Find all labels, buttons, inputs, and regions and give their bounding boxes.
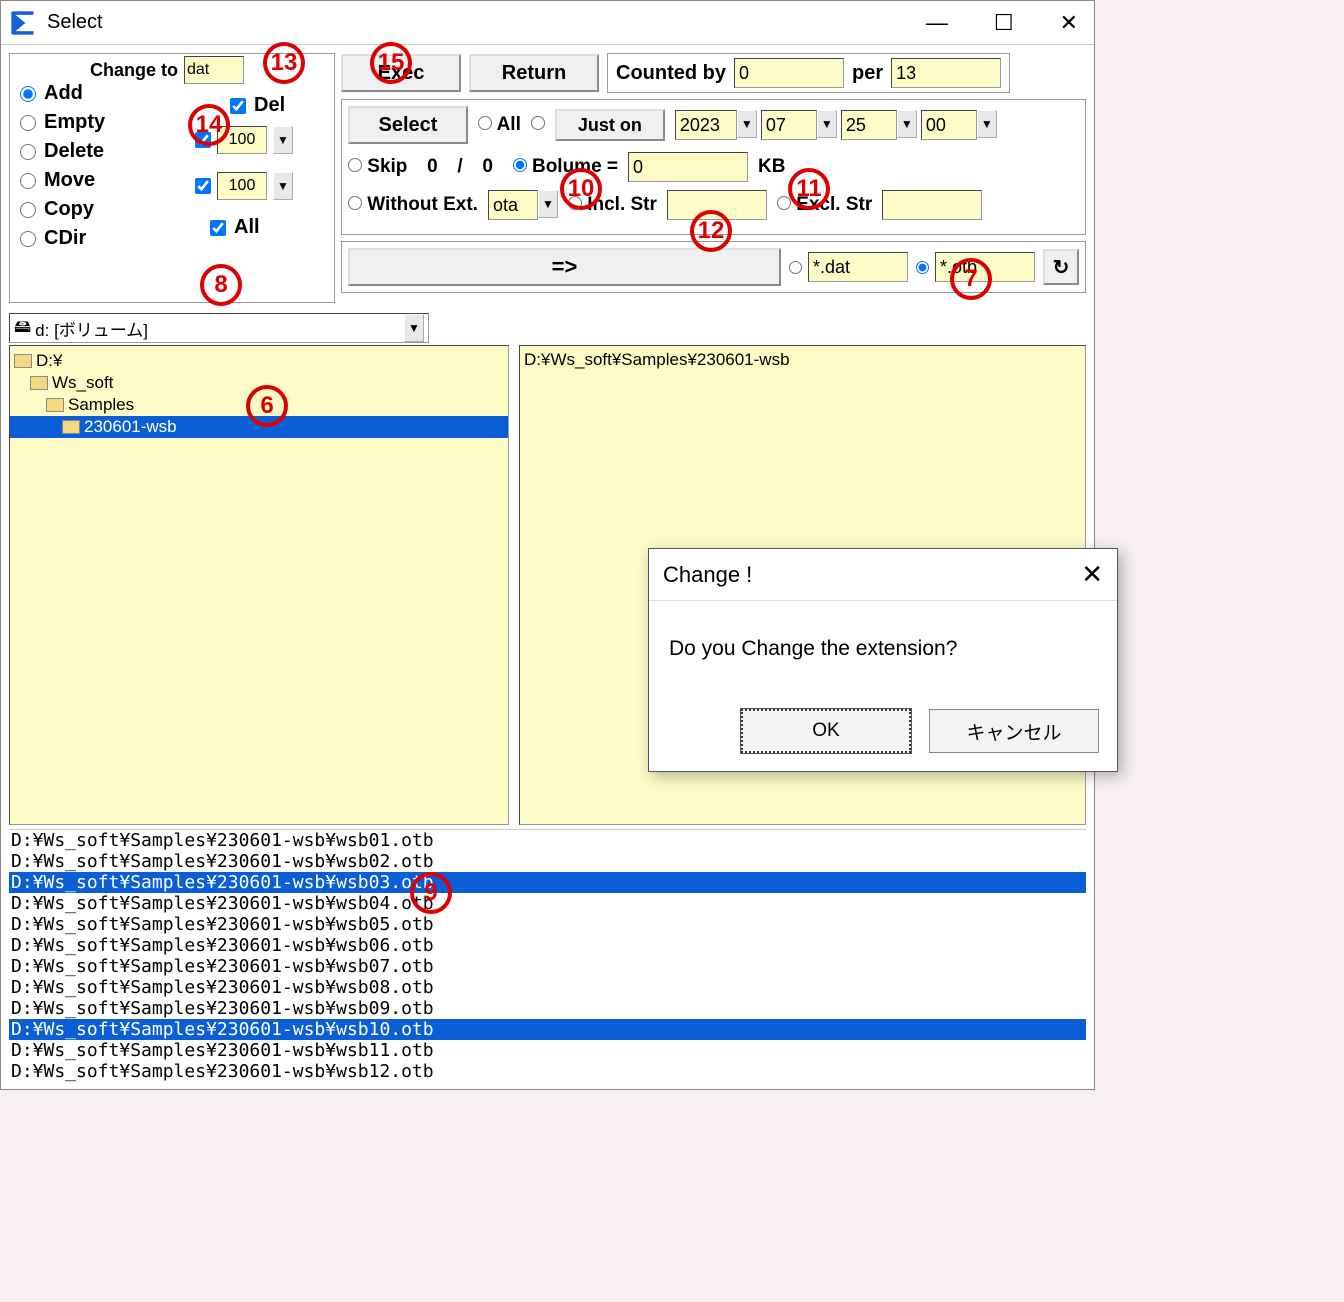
day-dd[interactable]: ▼ xyxy=(897,110,917,138)
radio-move[interactable]: Move xyxy=(20,169,105,192)
skip-b: 0 xyxy=(473,156,503,178)
kb-label: KB xyxy=(758,156,785,178)
folder-tree[interactable]: D:¥ Ws_soft Samples 230601-wsb xyxy=(9,345,509,825)
radio-all[interactable]: All xyxy=(478,114,521,136)
radio-ext-dat[interactable] xyxy=(789,252,908,282)
window-title: Select xyxy=(47,11,918,34)
main-window: Select — ☐ ✕ Change to Add Empty Delete … xyxy=(0,0,1095,1090)
dialog-ok-button[interactable]: OK xyxy=(741,709,911,753)
file-row[interactable]: D:¥Ws_soft¥Samples¥230601-wsb¥wsb05.otb xyxy=(9,914,1086,935)
folder-icon xyxy=(14,354,32,368)
tree-item[interactable]: D:¥ xyxy=(10,350,508,372)
skip-a: 0 xyxy=(417,156,447,178)
without-ext-input[interactable] xyxy=(488,190,538,220)
maximize-button[interactable]: ☐ xyxy=(986,8,1022,38)
folder-icon xyxy=(46,398,64,412)
action-panel: Change to Add Empty Delete Move Copy CDi… xyxy=(9,53,335,303)
counted-panel: Counted by per xyxy=(607,53,1010,93)
arrow-button[interactable]: => xyxy=(348,248,781,286)
year-input[interactable] xyxy=(675,110,737,140)
ext-otb-input[interactable] xyxy=(935,252,1035,282)
file-row[interactable]: D:¥Ws_soft¥Samples¥230601-wsb¥wsb03.otb xyxy=(9,872,1086,893)
folder-icon xyxy=(30,376,48,390)
file-row[interactable]: D:¥Ws_soft¥Samples¥230601-wsb¥wsb04.otb xyxy=(9,893,1086,914)
select-button[interactable]: Select xyxy=(348,106,468,144)
tree-item[interactable]: Samples xyxy=(10,394,508,416)
file-row[interactable]: D:¥Ws_soft¥Samples¥230601-wsb¥wsb07.otb xyxy=(9,956,1086,977)
radio-skip[interactable]: Skip xyxy=(348,156,407,178)
hour-dd[interactable]: ▼ xyxy=(977,110,997,138)
file-row[interactable]: D:¥Ws_soft¥Samples¥230601-wsb¥wsb11.otb xyxy=(9,1040,1086,1061)
close-button[interactable]: ✕ xyxy=(1052,8,1086,38)
change-to-input[interactable] xyxy=(184,56,244,84)
spin2-dropdown[interactable]: ▼ xyxy=(273,172,293,200)
radio-bolume[interactable]: Bolume = xyxy=(513,156,618,178)
per-input[interactable] xyxy=(891,58,1001,88)
spin2-input[interactable] xyxy=(217,172,267,200)
radio-delete[interactable]: Delete xyxy=(20,140,105,163)
radio-cdir[interactable]: CDir xyxy=(20,227,105,250)
exec-button[interactable]: Exec xyxy=(341,54,461,92)
counted-by-label: Counted by xyxy=(616,62,726,85)
radio-empty[interactable]: Empty xyxy=(20,111,105,134)
refresh-button[interactable]: ↻ xyxy=(1043,249,1079,285)
file-row[interactable]: D:¥Ws_soft¥Samples¥230601-wsb¥wsb08.otb xyxy=(9,977,1086,998)
drive-select[interactable]: 🖴d: [ボリューム] ▼ xyxy=(9,313,429,343)
ext-dat-input[interactable] xyxy=(808,252,908,282)
radio-ext-otb[interactable] xyxy=(916,252,1035,282)
extension-panel: => ↻ xyxy=(341,241,1086,293)
minimize-button[interactable]: — xyxy=(918,8,956,38)
file-list[interactable]: D:¥Ws_soft¥Samples¥230601-wsb¥wsb01.otbD… xyxy=(9,829,1086,1082)
without-ext-dd[interactable]: ▼ xyxy=(538,190,558,218)
dialog-cancel-button[interactable]: キャンセル xyxy=(929,709,1099,753)
juston-button[interactable]: Just on xyxy=(555,109,665,141)
per-label: per xyxy=(852,62,883,85)
excl-str-input[interactable] xyxy=(882,190,982,220)
radio-juston[interactable] xyxy=(531,114,545,136)
spin1-dropdown[interactable]: ▼ xyxy=(273,126,293,154)
tree-item[interactable]: Ws_soft xyxy=(10,372,508,394)
file-row[interactable]: D:¥Ws_soft¥Samples¥230601-wsb¥wsb06.otb xyxy=(9,935,1086,956)
counted-by-input[interactable] xyxy=(734,58,844,88)
folder-icon xyxy=(62,420,80,434)
file-row[interactable]: D:¥Ws_soft¥Samples¥230601-wsb¥wsb09.otb xyxy=(9,998,1086,1019)
day-input[interactable] xyxy=(841,110,897,140)
month-dd[interactable]: ▼ xyxy=(817,110,837,138)
incl-str-input[interactable] xyxy=(667,190,767,220)
titlebar: Select — ☐ ✕ xyxy=(1,1,1094,45)
hour-input[interactable] xyxy=(921,110,977,140)
file-row[interactable]: D:¥Ws_soft¥Samples¥230601-wsb¥wsb10.otb xyxy=(9,1019,1086,1040)
month-input[interactable] xyxy=(761,110,817,140)
radio-incl-str[interactable]: Incl. Str xyxy=(568,194,657,216)
change-dialog: Change ! ✕ Do you Change the extension? … xyxy=(648,548,1118,772)
del-checkbox[interactable]: Del xyxy=(230,94,285,117)
select-panel: Select All Just on ▼ ▼ ▼ ▼ Skip 0 / 0 xyxy=(341,99,1086,235)
app-icon xyxy=(9,9,37,37)
file-row[interactable]: D:¥Ws_soft¥Samples¥230601-wsb¥wsb01.otb xyxy=(9,830,1086,851)
all-checkbox[interactable]: All xyxy=(210,216,260,239)
year-dd[interactable]: ▼ xyxy=(737,110,757,138)
drive-dd[interactable]: ▼ xyxy=(404,314,424,342)
spin1-input[interactable] xyxy=(217,126,267,154)
radio-excl-str[interactable]: Excl. Str xyxy=(777,194,872,216)
file-row[interactable]: D:¥Ws_soft¥Samples¥230601-wsb¥wsb02.otb xyxy=(9,851,1086,872)
dialog-title: Change ! xyxy=(663,562,752,588)
dialog-message: Do you Change the extension? xyxy=(649,601,1117,697)
bolume-input[interactable] xyxy=(628,152,748,182)
dialog-close-button[interactable]: ✕ xyxy=(1081,559,1103,590)
return-button[interactable]: Return xyxy=(469,54,599,92)
radio-without-ext[interactable]: Without Ext. xyxy=(348,194,478,216)
radio-copy[interactable]: Copy xyxy=(20,198,105,221)
radio-add[interactable]: Add xyxy=(20,82,105,105)
spin2-check[interactable] xyxy=(195,178,211,194)
change-to-label: Change to xyxy=(90,60,178,81)
tree-item-selected[interactable]: 230601-wsb xyxy=(10,416,508,438)
file-row[interactable]: D:¥Ws_soft¥Samples¥230601-wsb¥wsb12.otb xyxy=(9,1061,1086,1082)
spin1-check[interactable] xyxy=(195,132,211,148)
